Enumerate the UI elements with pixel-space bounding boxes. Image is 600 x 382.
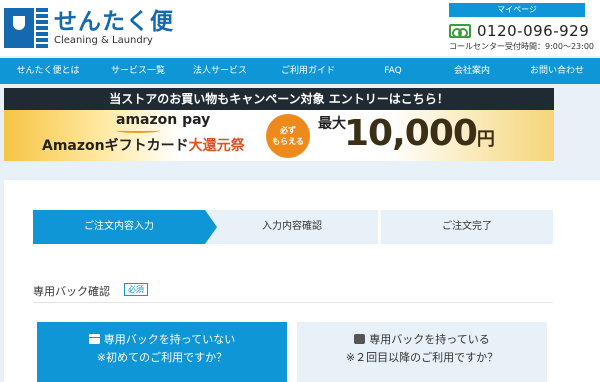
required-badge: 必須 [124,283,148,296]
order-form-panel: ご注文内容入力 入力内容確認 ご注文完了 専用バック確認 必須 専用バックを持っ… [4,180,600,382]
nav-item-business[interactable]: 法人サービス [180,58,260,84]
banner-headline: 当ストアのお買い物もキャンペーン対象 エントリーはこちら！ [4,88,554,110]
site-header: せんたく便 Cleaning & Laundry マイページ 0120-096-… [0,0,600,56]
call-center-hours: コールセンター受付時間：9:00〜23:00 [449,42,595,51]
nav-item-about[interactable]: せんたく便とは [0,58,96,84]
nav-item-contact[interactable]: お問い合わせ [514,58,600,84]
reward-amount: 10,000円 [344,113,495,154]
guaranteed-badge: 必ず もらえる [266,114,310,158]
amazon-smile-icon [116,128,160,133]
box-icon [88,334,100,344]
freedial-icon [449,24,471,38]
has-bag-option-button[interactable]: 専用バックを持っている ※２回目以降のご利用ですか？ [297,322,547,382]
step-confirm: 入力内容確認 [206,210,378,244]
campaign-banner[interactable]: 当ストアのお買い物もキャンペーン対象 エントリーはこちら！ amazon pay… [4,88,554,161]
step-order-input: ご注文内容入力 [33,210,217,244]
no-bag-option-button[interactable]: 専用バックを持っていない ※初めてのご利用ですか？ [37,322,287,382]
max-label: 最大 [318,116,346,132]
main-nav: せんたく便とは サービス一覧 法人サービス ご利用ガイド FAQ 会社案内 お問… [0,58,600,84]
divider [33,302,553,303]
nav-item-services[interactable]: サービス一覧 [96,58,180,84]
amazon-pay-logo: amazon pay [116,112,211,128]
nav-item-company[interactable]: 会社案内 [430,58,514,84]
progress-steps: ご注文内容入力 入力内容確認 ご注文完了 [33,210,553,244]
nav-item-faq[interactable]: FAQ [356,58,430,84]
step-complete: ご注文完了 [381,210,553,244]
gift-card-text: Amazonギフトカード大還元祭 [42,138,245,154]
mypage-button[interactable]: マイページ [449,3,585,17]
logo-subtitle: Cleaning & Laundry [54,35,153,46]
bag-icon [354,334,366,344]
section-title: 専用バック確認 [33,285,110,298]
site-logo[interactable]: せんたく便 Cleaning & Laundry [4,6,174,50]
phone-number[interactable]: 0120-096-929 [477,22,589,40]
phone-contact[interactable]: 0120-096-929 [449,22,589,40]
nav-item-guide[interactable]: ご利用ガイド [260,58,356,84]
logo-title: せんたく便 [54,9,174,35]
shirt-logo-icon [4,6,48,50]
